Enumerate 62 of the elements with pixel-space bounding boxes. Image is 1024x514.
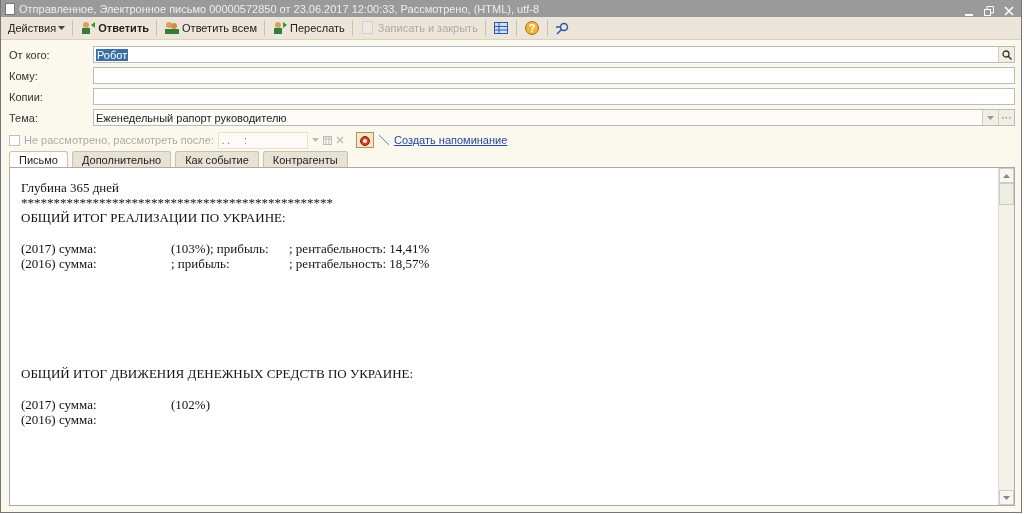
- field-label: Копии:: [9, 90, 44, 103]
- body-text: (2016) сумма:: [21, 412, 98, 427]
- calendar-icon: [322, 135, 332, 145]
- body-text: ; рентабельность: 18,57%: [289, 256, 430, 271]
- person-icon: [272, 20, 289, 36]
- toolbar-button[interactable]: Ответить: [77, 18, 153, 38]
- close-icon: [1004, 5, 1014, 16]
- tab[interactable]: Дополнительно: [71, 151, 172, 167]
- people-icon: [164, 20, 181, 36]
- table-icon: [492, 20, 509, 36]
- scroll-up-button[interactable]: [999, 168, 1014, 183]
- person-icon: [80, 20, 97, 36]
- body-text: ; прибыль:: [171, 256, 231, 271]
- checkbox-label: Не рассмотрено, рассмотреть после:: [24, 134, 214, 146]
- ellipsis-button[interactable]: [998, 110, 1014, 125]
- document-icon: [359, 20, 376, 36]
- restore-icon: [984, 5, 994, 16]
- search-icon: [1001, 49, 1012, 60]
- tab[interactable]: Как событие: [175, 151, 259, 167]
- document-icon: [5, 2, 15, 15]
- field-label: Кому:: [9, 69, 39, 82]
- body-text: (103%); прибыль:: [171, 241, 270, 256]
- body-text: ОБЩИЙ ИТОГ ДВИЖЕНИЯ ДЕНЕЖНЫХ СРЕДСТВ ПО УКРАИНЕ:: [21, 366, 414, 381]
- caret-up-icon: [1003, 173, 1010, 178]
- toolbar-button[interactable]: Переслать: [269, 18, 348, 38]
- dropdown-button[interactable]: [982, 110, 998, 125]
- ellipsis-icon: [1002, 116, 1011, 119]
- body-text: (2017) сумма:: [21, 397, 98, 412]
- input-field[interactable]: [93, 88, 1015, 105]
- input-field[interactable]: Еженедельный рапорт руководителю: [93, 109, 1015, 126]
- body-text: ОБЩИЙ ИТОГ РЕАЛИЗАЦИИ ПО УКРАИНЕ:: [21, 210, 286, 225]
- actions-menu[interactable]: Действия: [5, 20, 69, 36]
- search-button[interactable]: [998, 47, 1014, 62]
- scrollbar[interactable]: [998, 168, 1014, 505]
- date-field[interactable]: . . :: [217, 131, 308, 149]
- body-text: (2017) сумма:: [21, 241, 98, 256]
- caret-icon: [1003, 495, 1010, 500]
- body-text: Глубина 365 дней: [21, 180, 120, 195]
- caret-icon: [987, 115, 994, 120]
- alarm-clock-icon: [358, 134, 371, 146]
- field-label: Тема:: [9, 111, 39, 124]
- caret-icon: [311, 138, 319, 142]
- toolbar-button[interactable]: Ответить всем: [161, 18, 261, 38]
- input-field[interactable]: Робот: [93, 46, 1015, 63]
- create-reminder-link[interactable]: Создать напоминание: [393, 134, 508, 146]
- tab[interactable]: Контрагенты: [262, 151, 348, 167]
- caret-icon: [58, 25, 66, 31]
- body-text: (102%): [171, 397, 211, 412]
- body-text: ; рентабельность: 14,41%: [289, 241, 430, 256]
- scroll-thumb[interactable]: [999, 183, 1014, 205]
- tab[interactable]: Письмо: [9, 151, 68, 167]
- checkbox[interactable]: [9, 134, 20, 146]
- window-title: Отправленное, Электронное письмо 00000572850 от 23.06.2017 12:00:33, Рассмотрено, (HTML), utf-8: [19, 2, 541, 15]
- help-icon: [523, 20, 540, 36]
- alarm-button[interactable]: [355, 132, 374, 148]
- scroll-down-button[interactable]: [999, 490, 1014, 505]
- clear-icon: [335, 136, 344, 144]
- search-icon: [554, 20, 571, 36]
- input-field[interactable]: [93, 67, 1015, 84]
- body-text: (2016) сумма:: [21, 256, 98, 271]
- body-text: ************************************************: [21, 195, 333, 210]
- field-label: От кого:: [9, 48, 51, 61]
